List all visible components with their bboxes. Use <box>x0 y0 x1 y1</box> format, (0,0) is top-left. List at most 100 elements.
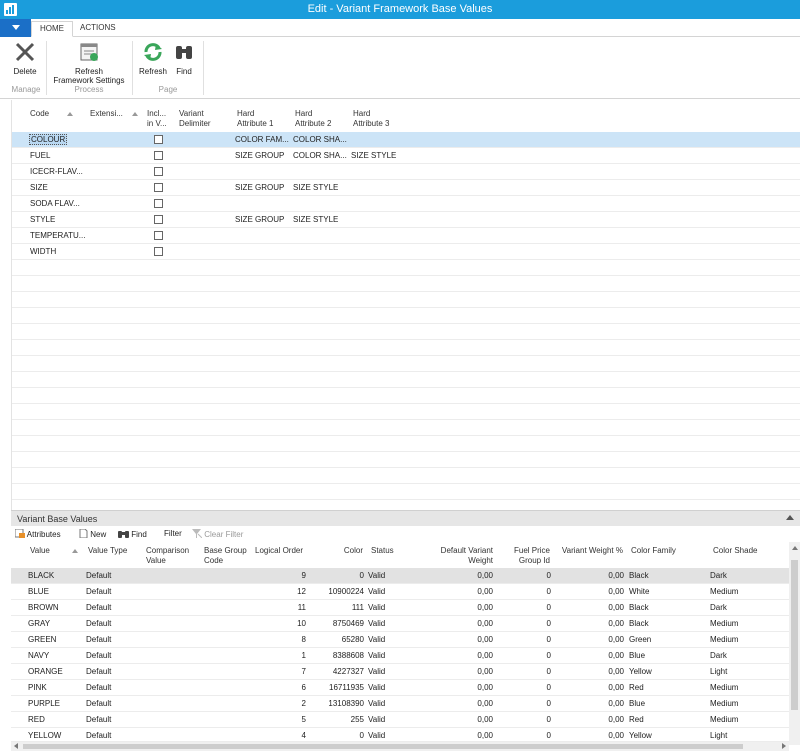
col-header-value-type[interactable]: Value Type <box>88 546 127 556</box>
cell-variant-weight-pct[interactable]: 0,00 <box>571 699 624 708</box>
cell-logical-order[interactable]: 11 <box>255 603 306 612</box>
cell-logical-order[interactable]: 5 <box>255 715 306 724</box>
cell-status[interactable]: Valid <box>368 603 385 612</box>
cell-default-variant-weight[interactable]: 0,00 <box>421 635 493 644</box>
cell-color[interactable]: 8750469 <box>311 619 364 628</box>
cell-hard-attribute-2[interactable]: COLOR SHA... <box>293 135 347 144</box>
cell-hard-attribute-1[interactable]: SIZE GROUP <box>235 151 284 160</box>
cell-color[interactable]: 65280 <box>311 635 364 644</box>
cell-value-type[interactable]: Default <box>86 651 111 660</box>
cell-variant-weight-pct[interactable]: 0,00 <box>571 587 624 596</box>
col-header-variant-delimiter[interactable]: Variant Delimiter <box>179 109 211 129</box>
empty-row[interactable] <box>12 340 800 356</box>
cell-status[interactable]: Valid <box>368 731 385 740</box>
cell-color[interactable]: 255 <box>311 715 364 724</box>
cell-hard-attribute-1[interactable]: COLOR FAM... <box>235 135 289 144</box>
cell-status[interactable]: Valid <box>368 699 385 708</box>
cell-value-type[interactable]: Default <box>86 603 111 612</box>
cell-status[interactable]: Valid <box>368 715 385 724</box>
cell-hard-attribute-2[interactable]: SIZE STYLE <box>293 183 338 192</box>
cell-color-shade[interactable]: Light <box>710 731 727 740</box>
cell-default-variant-weight[interactable]: 0,00 <box>421 587 493 596</box>
cell-color-family[interactable]: White <box>629 587 649 596</box>
empty-row[interactable] <box>12 404 800 420</box>
cell-variant-weight-pct[interactable]: 0,00 <box>571 603 624 612</box>
cell-logical-order[interactable]: 12 <box>255 587 306 596</box>
cell-color-family[interactable]: Black <box>629 603 649 612</box>
cell-value-type[interactable]: Default <box>86 587 111 596</box>
cell-value-type[interactable]: Default <box>86 635 111 644</box>
table-row[interactable]: WIDTH <box>12 244 800 260</box>
col-header-value[interactable]: Value <box>30 546 78 556</box>
refresh-button[interactable]: Refresh <box>136 41 170 76</box>
empty-row[interactable] <box>12 452 800 468</box>
scroll-thumb[interactable] <box>791 560 798 710</box>
cell-color-shade[interactable]: Medium <box>710 587 738 596</box>
cell-variant-weight-pct[interactable]: 0,00 <box>571 635 624 644</box>
scroll-thumb[interactable] <box>23 744 743 749</box>
table-row[interactable]: SODA FLAV... <box>12 196 800 212</box>
collapse-caret-icon[interactable] <box>786 515 794 520</box>
cell-value-type[interactable]: Default <box>86 619 111 628</box>
refresh-framework-settings-button[interactable]: Refresh Framework Settings <box>50 41 128 85</box>
include-checkbox[interactable] <box>154 231 163 240</box>
cell-code[interactable]: ICECR-FLAV... <box>30 167 83 176</box>
cell-default-variant-weight[interactable]: 0,00 <box>421 715 493 724</box>
cell-color-family[interactable]: Red <box>629 683 644 692</box>
empty-row[interactable] <box>12 436 800 452</box>
cell-value-type[interactable]: Default <box>86 571 111 580</box>
cell-status[interactable]: Valid <box>368 571 385 580</box>
cell-code[interactable]: SODA FLAV... <box>30 199 80 208</box>
cell-default-variant-weight[interactable]: 0,00 <box>421 731 493 740</box>
cell-logical-order[interactable]: 4 <box>255 731 306 740</box>
cell-value[interactable]: PINK <box>28 683 47 692</box>
cell-fuel-price-group-id[interactable]: 0 <box>506 683 551 692</box>
cell-hard-attribute-2[interactable]: SIZE STYLE <box>293 215 338 224</box>
cell-color[interactable]: 16711935 <box>311 683 364 692</box>
include-checkbox[interactable] <box>154 199 163 208</box>
empty-row[interactable] <box>12 484 800 500</box>
cell-default-variant-weight[interactable]: 0,00 <box>421 651 493 660</box>
cell-code[interactable]: TEMPERATU... <box>30 231 85 240</box>
cell-value[interactable]: ORANGE <box>28 667 63 676</box>
cell-value-type[interactable]: Default <box>86 667 111 676</box>
scroll-right-arrow-icon[interactable] <box>782 743 786 749</box>
file-menu-button[interactable] <box>0 19 31 37</box>
cell-status[interactable]: Valid <box>368 683 385 692</box>
cell-color-family[interactable]: Green <box>629 635 651 644</box>
cell-hard-attribute-1[interactable]: SIZE GROUP <box>235 183 284 192</box>
cell-color[interactable]: 13108390 <box>311 699 364 708</box>
empty-row[interactable] <box>12 324 800 340</box>
cell-color[interactable]: 0 <box>311 731 364 740</box>
cell-fuel-price-group-id[interactable]: 0 <box>506 571 551 580</box>
cell-logical-order[interactable]: 1 <box>255 651 306 660</box>
cell-color-shade[interactable]: Light <box>710 667 727 676</box>
table-row[interactable]: BLACK Default 9 0 Valid 0,00 0 0,00 Blac… <box>11 568 789 584</box>
table-row[interactable]: GREEN Default 8 65280 Valid 0,00 0 0,00 … <box>11 632 789 648</box>
cell-variant-weight-pct[interactable]: 0,00 <box>571 651 624 660</box>
scroll-up-arrow-icon[interactable] <box>792 546 798 550</box>
cell-color-family[interactable]: Blue <box>629 699 645 708</box>
col-header-hard-attribute-3[interactable]: Hard Attribute 3 <box>353 109 389 129</box>
table-row[interactable]: SIZE SIZE GROUP SIZE STYLE <box>12 180 800 196</box>
attributes-button[interactable]: Attributes <box>14 528 61 539</box>
cell-color-family[interactable]: Red <box>629 715 644 724</box>
cell-fuel-price-group-id[interactable]: 0 <box>506 619 551 628</box>
cell-logical-order[interactable]: 2 <box>255 699 306 708</box>
cell-value[interactable]: GREEN <box>28 635 56 644</box>
cell-value-type[interactable]: Default <box>86 699 111 708</box>
cell-logical-order[interactable]: 10 <box>255 619 306 628</box>
cell-variant-weight-pct[interactable]: 0,00 <box>571 683 624 692</box>
cell-fuel-price-group-id[interactable]: 0 <box>506 635 551 644</box>
cell-fuel-price-group-id[interactable]: 0 <box>506 699 551 708</box>
cell-color-family[interactable]: Yellow <box>629 667 652 676</box>
tab-home[interactable]: HOME <box>31 21 73 37</box>
cell-default-variant-weight[interactable]: 0,00 <box>421 619 493 628</box>
col-header-logical-order[interactable]: Logical Order <box>255 546 303 556</box>
cell-value[interactable]: BLUE <box>28 587 49 596</box>
cell-variant-weight-pct[interactable]: 0,00 <box>571 731 624 740</box>
cell-color-shade[interactable]: Medium <box>710 699 738 708</box>
cell-variant-weight-pct[interactable]: 0,00 <box>571 571 624 580</box>
col-header-color[interactable]: Color <box>331 546 363 556</box>
cell-value[interactable]: BROWN <box>28 603 59 612</box>
